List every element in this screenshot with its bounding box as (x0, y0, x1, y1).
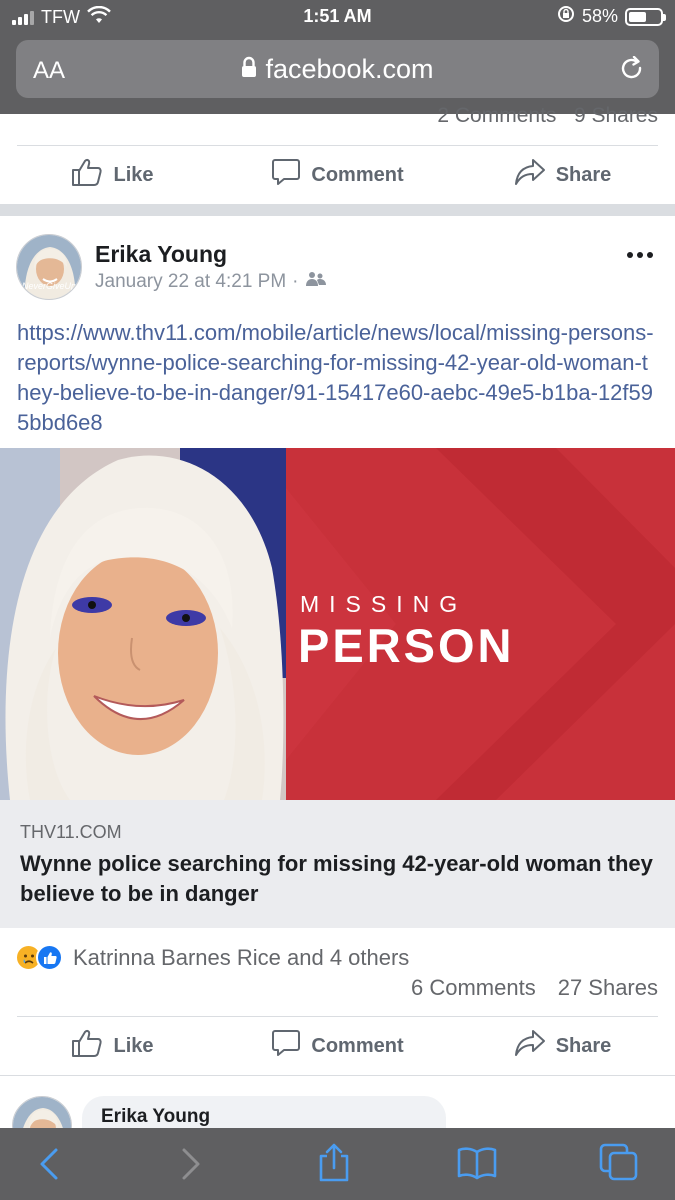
like-label: Like (113, 1034, 154, 1057)
more-dot (637, 252, 643, 258)
share-icon[interactable] (316, 1142, 352, 1187)
feed-separator (0, 204, 675, 216)
browser-chrome: AA facebook.com (0, 34, 675, 114)
address-bar[interactable]: AA facebook.com (16, 40, 659, 98)
banner-missing-text: MISSING (300, 591, 468, 617)
post-options-button[interactable] (627, 252, 653, 258)
link-domain: THV11.COM (20, 822, 122, 842)
link-headline: Wynne police searching for missing 42-ye… (20, 851, 653, 906)
comment-button[interactable]: Comment (225, 157, 450, 193)
battery-icon (625, 7, 666, 26)
previous-comments-count[interactable]: 2 Comments (437, 104, 556, 127)
lock-icon (241, 54, 257, 85)
post-actions: Like Comment Share (0, 1017, 675, 1075)
share-button[interactable]: Share (450, 158, 675, 192)
post-link-text[interactable]: https://www.thv11.com/mobile/article/new… (17, 318, 657, 438)
like-label: Like (113, 163, 154, 186)
more-dot (627, 252, 633, 258)
url-text: facebook.com (265, 54, 434, 84)
battery-fill (629, 11, 647, 22)
comment-label: Comment (311, 1034, 404, 1057)
previous-post-actions: Like Comment Share (0, 146, 675, 204)
missing-person-photo (0, 448, 286, 800)
previous-shares-count[interactable]: 9 Shares (574, 104, 658, 127)
comment-icon (271, 157, 301, 193)
thumbs-up-icon (71, 1028, 103, 1064)
previous-post-counts: 2 Comments 9 Shares (0, 104, 675, 130)
reload-icon[interactable] (619, 55, 645, 87)
meta-separator: · (292, 271, 299, 292)
browser-toolbar (0, 1128, 675, 1200)
comment-author[interactable]: Erika Young (101, 1106, 427, 1128)
like-button[interactable]: Like (0, 1028, 225, 1064)
comments-count[interactable]: 6 Comments (411, 975, 536, 1001)
post-meta: January 22 at 4:21 PM · (95, 271, 327, 293)
link-preview-image[interactable]: MISSING PERSON (0, 448, 675, 800)
reactions-summary[interactable]: Katrinna Barnes Rice and 4 others (15, 944, 409, 971)
like-reaction-icon (36, 944, 63, 971)
tabs-icon[interactable] (598, 1142, 640, 1187)
back-icon[interactable] (36, 1146, 62, 1187)
thumbs-up-icon (71, 157, 103, 193)
battery-percent: 58% (581, 6, 618, 26)
comment-button[interactable]: Comment (225, 1028, 450, 1064)
rotation-lock-icon (557, 5, 575, 28)
bookmarks-icon[interactable] (456, 1144, 498, 1185)
banner-person-text: PERSON (298, 619, 515, 672)
comment-label: Comment (311, 163, 404, 186)
share-arrow-icon (514, 1029, 546, 1063)
shares-count[interactable]: 27 Shares (558, 975, 658, 1001)
comment-icon (271, 1028, 301, 1064)
missing-person-banner: MISSING PERSON (286, 448, 675, 800)
status-right: 58% (557, 5, 666, 28)
forward-icon[interactable] (178, 1146, 204, 1187)
like-button[interactable]: Like (0, 157, 225, 193)
screen: TFW 1:51 AM 58% AA facebook.com 2 Commen… (0, 0, 675, 1200)
friends-icon (305, 271, 327, 293)
status-bar: TFW 1:51 AM 58% (0, 0, 675, 34)
share-button[interactable]: Share (450, 1029, 675, 1063)
share-label: Share (555, 1034, 612, 1057)
address-display[interactable]: facebook.com (16, 54, 659, 85)
share-arrow-icon (514, 158, 546, 192)
reactors-text[interactable]: Katrinna Barnes Rice and 4 others (73, 945, 409, 971)
post-counts: 6 Comments 27 Shares (411, 975, 658, 1001)
post-author[interactable]: Erika Young (95, 241, 227, 268)
more-dot (647, 252, 653, 258)
share-label: Share (555, 163, 612, 186)
link-preview-caption[interactable]: THV11.COM Wynne police searching for mis… (0, 800, 675, 928)
divider (0, 1075, 675, 1076)
avatar-signature: NeverGiveUp (21, 281, 77, 291)
author-avatar[interactable]: NeverGiveUp (16, 234, 82, 300)
post-timestamp[interactable]: January 22 at 4:21 PM (95, 271, 286, 293)
